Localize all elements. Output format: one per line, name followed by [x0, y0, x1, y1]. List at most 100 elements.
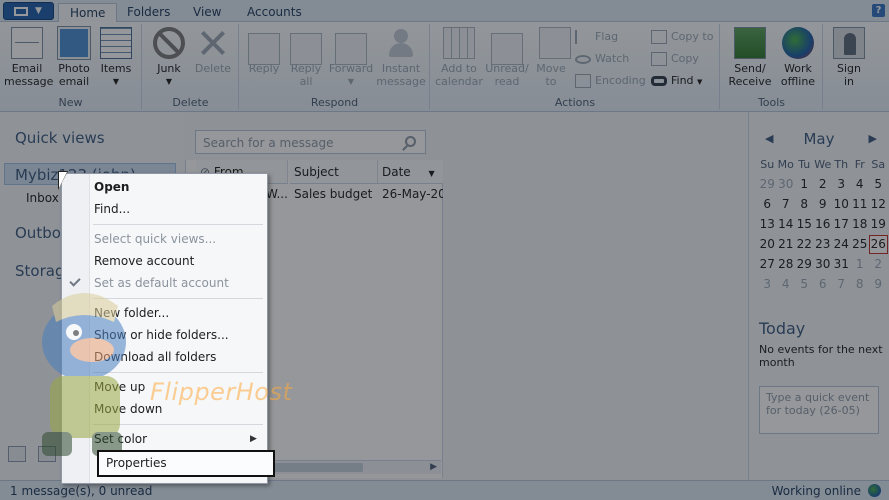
- copy-to-button[interactable]: Copy to: [651, 28, 713, 46]
- calendar-day[interactable]: 7: [777, 197, 796, 211]
- calendar-day[interactable]: 10: [832, 197, 851, 211]
- sign-in-button[interactable]: Sign in: [830, 27, 868, 88]
- calendar-day[interactable]: 8: [795, 197, 814, 211]
- menu-item-find[interactable]: Find...: [94, 199, 130, 219]
- move-to-button[interactable]: Move to: [533, 27, 571, 88]
- watch-button[interactable]: Watch: [575, 50, 629, 68]
- calendar-day[interactable]: 2: [814, 177, 833, 191]
- send-receive-button[interactable]: Send/ Receive: [725, 27, 775, 88]
- calendar-day[interactable]: 29: [758, 177, 777, 191]
- delete-button[interactable]: Delete: [193, 27, 233, 75]
- delete-icon: [197, 27, 229, 59]
- calendar-day[interactable]: 14: [777, 217, 796, 231]
- calendar-day[interactable]: 3: [832, 177, 851, 191]
- calendar-day[interactable]: 7: [832, 277, 851, 291]
- email-message-button[interactable]: Email message: [4, 27, 53, 88]
- calendar-day[interactable]: 4: [851, 177, 870, 191]
- encoding-label: Encoding: [595, 74, 646, 87]
- calendar-day[interactable]: 1: [851, 257, 870, 271]
- instant-message-button[interactable]: Instant message: [376, 27, 426, 88]
- scroll-right-icon[interactable]: ▶: [430, 462, 437, 472]
- calendar-day[interactable]: 6: [814, 277, 833, 291]
- column-date[interactable]: Date ▼: [378, 160, 444, 184]
- message-subject[interactable]: Sales budget: [290, 187, 378, 201]
- junk-button[interactable]: Junk ▼: [149, 27, 189, 88]
- calendar-day[interactable]: 31: [832, 257, 851, 271]
- search-input[interactable]: Search for a message: [195, 130, 426, 154]
- calendar-day[interactable]: 29: [795, 257, 814, 271]
- junk-label: Junk: [157, 62, 181, 75]
- calendar-weekday: Su: [760, 157, 775, 171]
- calendar-day[interactable]: 1: [795, 177, 814, 191]
- calendar-day[interactable]: 9: [869, 277, 888, 291]
- copy-to-label: Copy to: [671, 30, 714, 43]
- calendar-day[interactable]: 19: [869, 217, 888, 231]
- search-icon[interactable]: [405, 136, 416, 147]
- calendar-day[interactable]: 3: [758, 277, 777, 291]
- calendar-day[interactable]: 13: [758, 217, 777, 231]
- unread-read-button[interactable]: Unread/ read: [485, 27, 529, 88]
- photo-email-button[interactable]: Photo email: [54, 26, 94, 88]
- tab-view[interactable]: View: [182, 3, 232, 22]
- menu-item-properties-label: Properties: [106, 456, 167, 470]
- app-menu-button[interactable]: ▼: [3, 2, 54, 20]
- calendar-day[interactable]: 25: [851, 237, 870, 251]
- quick-views-heading[interactable]: Quick views: [15, 129, 105, 147]
- calendar-day[interactable]: 28: [777, 257, 796, 271]
- menu-item-open[interactable]: Open: [94, 177, 129, 197]
- message-date[interactable]: 26-May-201: [378, 187, 444, 201]
- calendar-day[interactable]: 9: [814, 197, 833, 211]
- encoding-button[interactable]: Encoding: [575, 72, 646, 90]
- calendar-day[interactable]: 27: [758, 257, 777, 271]
- horizontal-scrollbar[interactable]: ▶: [263, 460, 441, 474]
- calendar-day[interactable]: 15: [795, 217, 814, 231]
- group-new: Email message Photo email Items ▼ New: [0, 24, 142, 110]
- quick-event-input[interactable]: Type a quick event for today (26-05): [759, 386, 879, 434]
- calendar-day[interactable]: 5: [869, 177, 888, 191]
- calendar-day[interactable]: 6: [758, 197, 777, 211]
- calendar-day[interactable]: 11: [851, 197, 870, 211]
- calendar-day[interactable]: 20: [758, 237, 777, 251]
- column-subject[interactable]: Subject: [290, 160, 378, 184]
- calendar-day[interactable]: 21: [777, 237, 796, 251]
- calendar-day[interactable]: 23: [814, 237, 833, 251]
- menu-item-remove-account[interactable]: Remove account: [94, 251, 194, 271]
- reply-all-button[interactable]: Reply all: [286, 27, 326, 88]
- calendar-day[interactable]: 30: [814, 257, 833, 271]
- photo-email-icon: [57, 26, 91, 60]
- menu-item-properties[interactable]: Properties: [97, 450, 275, 477]
- next-month-icon[interactable]: ▶: [869, 132, 877, 145]
- folder-inbox[interactable]: Inbox: [26, 191, 59, 205]
- reply-button[interactable]: Reply: [244, 27, 284, 75]
- calendar-day[interactable]: 8: [851, 277, 870, 291]
- calendar-day[interactable]: 30: [777, 177, 796, 191]
- add-to-calendar-button[interactable]: Add to calendar: [435, 27, 483, 88]
- calendar-day[interactable]: 4: [777, 277, 796, 291]
- find-button[interactable]: Find ▼: [651, 72, 702, 90]
- encoding-icon: [575, 74, 591, 88]
- email-message-icon: [11, 27, 43, 59]
- calendar-day[interactable]: 22: [795, 237, 814, 251]
- tab-folders[interactable]: Folders: [116, 3, 181, 22]
- work-offline-button[interactable]: Work offline: [777, 27, 819, 88]
- calendar-day[interactable]: 17: [832, 217, 851, 231]
- calendar-day[interactable]: 24: [832, 237, 851, 251]
- calendar-day-today[interactable]: 26: [869, 234, 888, 254]
- scrollbar-thumb[interactable]: [271, 463, 363, 472]
- calendar-day[interactable]: 18: [851, 217, 870, 231]
- copy-to-icon: [651, 30, 667, 44]
- watch-icon: [575, 55, 591, 64]
- items-button[interactable]: Items ▼: [97, 27, 135, 88]
- flag-button[interactable]: Flag: [575, 28, 618, 46]
- copy-button[interactable]: Copy: [651, 50, 699, 68]
- calendar-day[interactable]: 16: [814, 217, 833, 231]
- calendar-week-row: 27 28 29 30 31 1 2: [758, 254, 888, 274]
- help-icon[interactable]: ?: [872, 4, 885, 17]
- tab-accounts[interactable]: Accounts: [236, 3, 313, 22]
- tab-home[interactable]: Home: [58, 3, 118, 22]
- forward-button[interactable]: Forward ▼: [328, 27, 374, 88]
- calendar-day[interactable]: 2: [869, 257, 888, 271]
- menu-item-select-quick-views[interactable]: Select quick views...: [94, 229, 216, 249]
- calendar-day[interactable]: 5: [795, 277, 814, 291]
- calendar-day[interactable]: 12: [869, 197, 888, 211]
